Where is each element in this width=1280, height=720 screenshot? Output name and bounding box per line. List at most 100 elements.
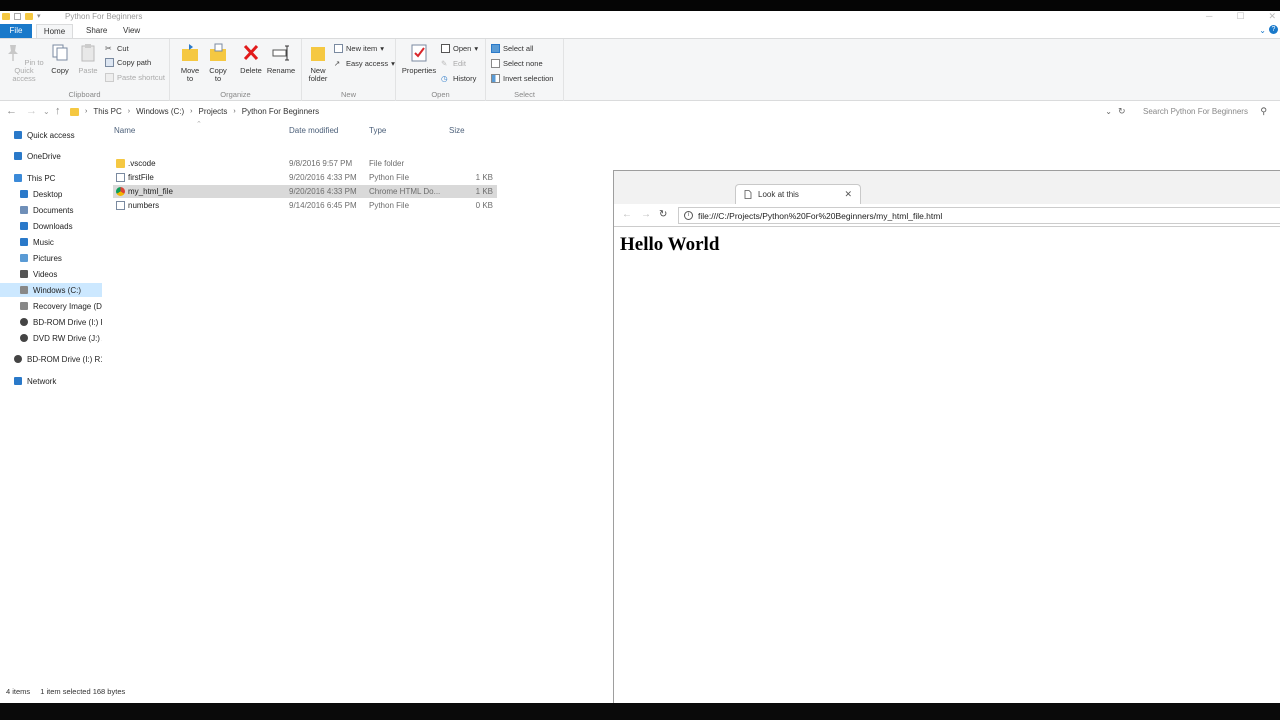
tab-home[interactable]: Home xyxy=(36,24,73,38)
file-date: 9/20/2016 4:33 PM xyxy=(289,187,357,196)
invert-selection-icon xyxy=(491,74,500,83)
sidebar-item-onedrive[interactable]: OneDrive xyxy=(0,149,102,163)
new-folder-icon[interactable] xyxy=(25,12,33,20)
breadcrumb-current[interactable]: Python For Beginners xyxy=(242,107,319,116)
separator-icon: › xyxy=(127,108,131,115)
select-none-button[interactable]: Select none xyxy=(491,59,543,68)
table-row[interactable]: numbers 9/14/2016 6:45 PM Python File 0 KB xyxy=(113,199,497,212)
open-button[interactable]: Open ▾ xyxy=(441,44,478,53)
paste-button[interactable]: Paste xyxy=(76,43,100,75)
sidebar-item-videos[interactable]: Videos xyxy=(0,267,102,281)
forward-arrow-icon[interactable]: → xyxy=(26,105,37,117)
copy-button[interactable]: Copy xyxy=(49,43,71,75)
pictures-icon xyxy=(20,254,28,262)
paste-shortcut-button[interactable]: Paste shortcut xyxy=(105,73,165,82)
history-button[interactable]: ◷ History xyxy=(441,74,476,83)
recent-locations-icon[interactable]: ⌄ xyxy=(43,107,50,116)
cut-button[interactable]: ✂ Cut xyxy=(105,44,129,53)
rename-button[interactable]: Rename xyxy=(266,43,296,75)
move-to-label: Move to xyxy=(180,66,200,83)
close-icon[interactable]: ✕ xyxy=(1268,11,1276,22)
sidebar-item-label: Videos xyxy=(33,269,58,279)
file-type: File folder xyxy=(369,159,405,168)
select-all-button[interactable]: Select all xyxy=(491,44,533,53)
invert-selection-button[interactable]: Invert selection xyxy=(491,74,553,83)
column-date-modified[interactable]: Date modified xyxy=(289,126,338,135)
file-list: Name ⌃ Date modified Type Size .vscode 9/… xyxy=(108,121,508,226)
sidebar-item-pictures[interactable]: Pictures xyxy=(0,251,102,265)
sidebar-item-bd-rom-drive-i-f[interactable]: BD-ROM Drive (I:) F xyxy=(0,315,102,329)
sidebar-item-downloads[interactable]: Downloads xyxy=(0,219,102,233)
easy-access-button[interactable]: ↗ Easy access ▾ xyxy=(334,59,395,68)
minimize-icon[interactable]: ─ xyxy=(1206,11,1212,22)
copy-to-button[interactable]: Copy to xyxy=(206,43,230,83)
close-tab-icon[interactable]: ✕ xyxy=(844,189,852,200)
folder-icon xyxy=(70,107,79,116)
history-icon: ◷ xyxy=(441,74,448,83)
table-row[interactable]: my_html_file 9/20/2016 4:33 PM Chrome HTML… xyxy=(113,185,497,198)
sidebar-item-label: BD-ROM Drive (I:) R1 xyxy=(27,354,102,364)
tab-share[interactable]: Share xyxy=(80,24,113,38)
chevron-down-icon[interactable]: ▾ xyxy=(37,12,41,20)
sidebar-item-desktop[interactable]: Desktop xyxy=(0,187,102,201)
table-row[interactable]: .vscode 9/8/2016 9:57 PM File folder xyxy=(113,157,497,170)
table-row[interactable]: firstFile 9/20/2016 4:33 PM Python File 1 K… xyxy=(113,171,497,184)
pin-quick-access-button[interactable]: Pin to Quick access xyxy=(2,43,46,83)
move-to-button[interactable]: Move to xyxy=(178,43,202,83)
maximize-icon[interactable]: ☐ xyxy=(1236,11,1244,22)
sidebar-item-this-pc[interactable]: This PC xyxy=(0,171,102,185)
select-group: Select all Select none Invert selection … xyxy=(486,39,564,101)
open-icon xyxy=(441,44,450,53)
folder-icon xyxy=(116,159,125,168)
column-type[interactable]: Type xyxy=(369,126,386,135)
sidebar-item-network[interactable]: Network xyxy=(0,374,102,388)
column-name[interactable]: Name xyxy=(114,126,135,135)
python-file-icon xyxy=(116,201,125,210)
refresh-icon[interactable]: ↻ xyxy=(1118,106,1126,117)
select-all-icon xyxy=(491,44,500,53)
selection-info: 1 item selected 168 bytes xyxy=(40,686,126,696)
tab-file[interactable]: File xyxy=(0,24,32,38)
search-input[interactable]: Search Python For Beginners ⚲ xyxy=(1133,104,1273,119)
new-item-button[interactable]: New item ▾ xyxy=(334,44,384,53)
new-item-icon xyxy=(334,44,343,53)
help-icon[interactable]: ? xyxy=(1269,25,1278,34)
sidebar-item-quick-access[interactable]: Quick access xyxy=(0,128,102,142)
sidebar-item-bd-rom-drive-i-r1[interactable]: BD-ROM Drive (I:) R1 xyxy=(0,352,102,366)
column-size[interactable]: Size xyxy=(449,126,465,135)
browser-tab[interactable]: Look at this ✕ xyxy=(735,184,861,204)
breadcrumb-this-pc[interactable]: This PC xyxy=(93,107,121,116)
sidebar-item-recovery-image-d[interactable]: Recovery Image (D: xyxy=(0,299,102,313)
sidebar-item-music[interactable]: Music xyxy=(0,235,102,249)
tab-view[interactable]: View xyxy=(117,24,146,38)
properties-icon[interactable] xyxy=(14,12,21,20)
back-arrow-icon[interactable]: ← xyxy=(622,209,632,220)
chevron-down-icon[interactable]: ⌄ xyxy=(1259,26,1266,35)
paste-label: Paste xyxy=(78,66,98,75)
reload-icon[interactable]: ↻ xyxy=(659,209,667,220)
top-bar xyxy=(0,0,1280,11)
sidebar-item-dvd-rw-drive-j-a[interactable]: DVD RW Drive (J:) A xyxy=(0,331,102,345)
forward-arrow-icon[interactable]: → xyxy=(641,209,651,220)
breadcrumb-windows-c[interactable]: Windows (C:) xyxy=(136,107,184,116)
sidebar-item-label: Desktop xyxy=(33,189,63,199)
copy-folder-icon xyxy=(210,43,226,61)
properties-button[interactable]: Properties xyxy=(401,43,437,75)
new-folder-button[interactable]: New folder xyxy=(305,43,331,83)
sidebar-item-documents[interactable]: Documents xyxy=(0,203,102,217)
easy-access-label: Easy access xyxy=(346,59,389,68)
delete-button[interactable]: Delete xyxy=(239,43,263,75)
chevron-down-icon: ▾ xyxy=(474,44,479,53)
breadcrumb-projects[interactable]: Projects xyxy=(199,107,228,116)
url-bar[interactable]: i file:///C:/Projects/Python%20For%20Beg… xyxy=(678,207,1280,224)
file-size: 1 KB xyxy=(475,187,493,196)
edit-button[interactable]: ✎ Edit xyxy=(441,59,466,68)
navigation-pane: Quick access OneDrive This PC Desktop Docume… xyxy=(0,126,102,696)
back-arrow-icon[interactable]: ← xyxy=(6,105,17,117)
breadcrumb[interactable]: › This PC › Windows (C:) › Projects › Py… xyxy=(69,104,1117,119)
chevron-down-icon[interactable]: ⌄ xyxy=(1105,107,1112,116)
sidebar-item-windows-c[interactable]: Windows (C:) xyxy=(0,283,102,297)
copy-path-button[interactable]: Copy path xyxy=(105,58,151,67)
up-arrow-icon[interactable]: ↑ xyxy=(55,105,61,117)
music-icon xyxy=(20,238,28,246)
